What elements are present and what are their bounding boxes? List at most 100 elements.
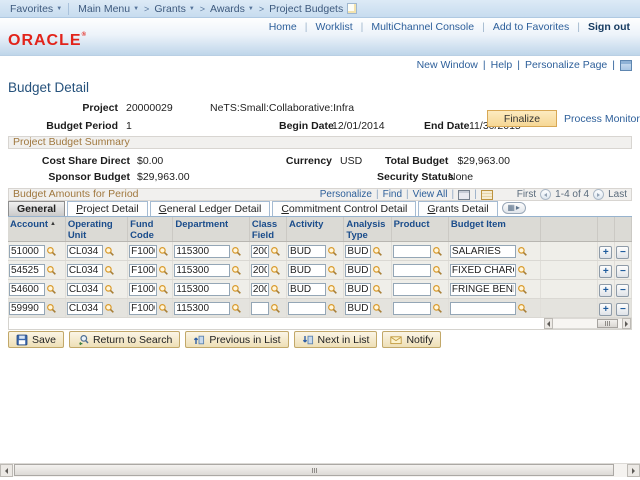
page-h-scrollbar[interactable] [0, 463, 640, 477]
add-row-button[interactable]: + [599, 246, 612, 259]
operating-unit-input[interactable] [67, 264, 103, 277]
personalize-page-icon[interactable] [620, 60, 632, 71]
fund-code-lookup-icon[interactable] [158, 284, 169, 295]
operating-unit-lookup-icon[interactable] [104, 265, 115, 276]
download-icon[interactable] [458, 190, 470, 200]
tab-general-ledger-detail[interactable]: General Ledger Detail [150, 201, 271, 216]
delete-row-button[interactable]: − [616, 265, 629, 278]
scroll-thumb[interactable] [597, 319, 618, 328]
class-field-input[interactable] [251, 283, 269, 296]
fund-code-input[interactable] [129, 283, 157, 296]
department-lookup-icon[interactable] [231, 303, 242, 314]
department-lookup-icon[interactable] [231, 284, 242, 295]
activity-input[interactable] [288, 264, 326, 277]
analysis-type-input[interactable] [345, 245, 371, 258]
add-row-button[interactable]: + [599, 265, 612, 278]
department-lookup-icon[interactable] [231, 265, 242, 276]
class-field-input[interactable] [251, 302, 269, 315]
scroll-right-arrow[interactable] [622, 318, 631, 329]
product-lookup-icon[interactable] [432, 265, 443, 276]
account-input[interactable] [9, 283, 45, 296]
breadcrumb-item-main-menu[interactable]: Main Menu▼ [78, 3, 139, 15]
return-to-search-button[interactable]: Return to Search [69, 331, 180, 348]
page-scroll-left-arrow[interactable] [0, 464, 13, 477]
department-input[interactable] [174, 245, 230, 258]
process-monitor-link[interactable]: Process Monitor [564, 113, 640, 125]
product-input[interactable] [393, 264, 431, 277]
department-input[interactable] [174, 302, 230, 315]
favorites-menu[interactable]: Favorites ▼ [10, 3, 62, 15]
analysis-type-lookup-icon[interactable] [372, 303, 383, 314]
operating-unit-lookup-icon[interactable] [104, 303, 115, 314]
class-field-lookup-icon[interactable] [270, 246, 281, 257]
budget-item-input[interactable] [450, 302, 516, 315]
delete-row-button[interactable]: − [616, 284, 629, 297]
analysis-type-input[interactable] [345, 302, 371, 315]
new-window-link[interactable]: New Window [417, 59, 478, 71]
column-header-class-field[interactable]: Class Field [249, 217, 286, 242]
department-lookup-icon[interactable] [231, 246, 242, 257]
account-input[interactable] [9, 245, 45, 258]
zoom-grid-icon[interactable] [481, 190, 493, 200]
operating-unit-lookup-icon[interactable] [104, 284, 115, 295]
account-lookup-icon[interactable] [46, 265, 57, 276]
analysis-type-input[interactable] [345, 283, 371, 296]
tab-general[interactable]: General [8, 201, 65, 216]
add-row-button[interactable]: + [599, 284, 612, 297]
department-input[interactable] [174, 264, 230, 277]
view-all-link[interactable]: View All [413, 189, 448, 200]
pager-first-label[interactable]: First [517, 189, 536, 200]
grid-h-scrollbar[interactable] [544, 318, 631, 329]
account-lookup-icon[interactable] [46, 303, 57, 314]
help-link[interactable]: Help [491, 59, 513, 71]
notify-button[interactable]: Notify [382, 331, 441, 348]
next-in-list-button[interactable]: Next in List [294, 331, 378, 348]
fund-code-lookup-icon[interactable] [158, 246, 169, 257]
class-field-input[interactable] [251, 245, 269, 258]
activity-lookup-icon[interactable] [327, 284, 338, 295]
analysis-type-input[interactable] [345, 264, 371, 277]
page-scroll-thumb[interactable] [14, 464, 614, 476]
column-header-account[interactable]: Account▲ [8, 217, 65, 242]
pager-next-icon[interactable] [593, 189, 604, 200]
product-input[interactable] [393, 302, 431, 315]
analysis-type-lookup-icon[interactable] [372, 246, 383, 257]
find-link[interactable]: Find [383, 189, 402, 200]
budget-item-lookup-icon[interactable] [517, 303, 528, 314]
column-header-operating-unit[interactable]: Operating Unit [65, 217, 127, 242]
budget-item-lookup-icon[interactable] [517, 246, 528, 257]
tab-commitment-control-detail[interactable]: Commitment Control Detail [272, 201, 416, 216]
budget-item-input[interactable] [450, 264, 516, 277]
scroll-left-arrow[interactable] [544, 318, 553, 329]
pager-previous-icon[interactable] [540, 189, 551, 200]
previous-in-list-button[interactable]: Previous in List [185, 331, 288, 348]
delete-row-button[interactable]: − [616, 246, 629, 259]
account-lookup-icon[interactable] [46, 246, 57, 257]
operating-unit-lookup-icon[interactable] [104, 246, 115, 257]
activity-lookup-icon[interactable] [327, 303, 338, 314]
product-lookup-icon[interactable] [432, 246, 443, 257]
fund-code-input[interactable] [129, 264, 157, 277]
header-link-multichannel-console[interactable]: MultiChannel Console [371, 21, 474, 33]
pager-last-label[interactable]: Last [608, 189, 627, 200]
column-header-product[interactable]: Product [391, 217, 448, 242]
column-header-analysis-type[interactable]: Analysis Type [344, 217, 391, 242]
operating-unit-input[interactable] [67, 302, 103, 315]
analysis-type-lookup-icon[interactable] [372, 265, 383, 276]
breadcrumb-item-grants[interactable]: Grants▼ [154, 3, 194, 15]
operating-unit-input[interactable] [67, 283, 103, 296]
column-header-activity[interactable]: Activity [287, 217, 344, 242]
breadcrumb-page-icon[interactable] [347, 3, 357, 14]
header-link-home[interactable]: Home [269, 21, 297, 33]
fund-code-lookup-icon[interactable] [158, 265, 169, 276]
page-scroll-track[interactable] [13, 464, 627, 477]
save-button[interactable]: Save [8, 331, 64, 348]
activity-input[interactable] [288, 302, 326, 315]
operating-unit-input[interactable] [67, 245, 103, 258]
tab-project-detail[interactable]: Project Detail [67, 201, 147, 216]
class-field-lookup-icon[interactable] [270, 284, 281, 295]
activity-input[interactable] [288, 283, 326, 296]
column-header-budget-item[interactable]: Budget Item [448, 217, 541, 242]
budget-item-input[interactable] [450, 245, 516, 258]
breadcrumb-item-awards[interactable]: Awards▼ [210, 3, 254, 15]
